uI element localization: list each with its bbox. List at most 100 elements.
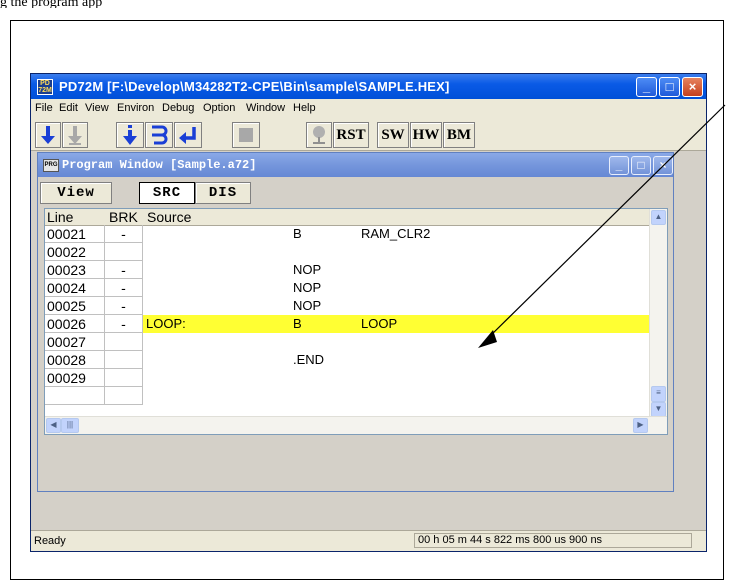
menu-window[interactable]: Window [246,102,285,114]
return-button[interactable] [145,122,173,148]
window-title: PD72M [F:\Develop\M34282T2-CPE\Bin\sampl… [59,79,450,94]
rst-button[interactable]: RST [333,122,369,148]
hscroll-thumb[interactable]: ||| [61,418,79,433]
source-opcode: B [293,316,302,331]
table-row[interactable] [45,387,651,405]
grid-header: Line BRK Source [45,209,651,226]
table-row[interactable]: 00028 .END [45,351,651,369]
breakpoint-cell[interactable]: - [105,297,143,315]
source-cell: .END [143,351,651,369]
table-row[interactable]: 00024- NOP [45,279,651,297]
status-bar: Ready 00 h 05 m 44 s 822 ms 800 us 900 n… [31,530,706,551]
sw-button[interactable]: SW [377,122,409,148]
scroll-down-icon[interactable]: ▼ [651,402,666,417]
toolbar: RST SW HW BM [31,118,706,151]
menu-help[interactable]: Help [293,102,316,114]
horizontal-scrollbar[interactable]: ◀ ||| ▶ [45,416,667,434]
scroll-right-icon[interactable]: ▶ [633,418,648,433]
app-icon: PD 72M [37,79,53,95]
menu-view[interactable]: View [85,102,109,114]
step-into-button[interactable] [35,122,61,148]
down-arrow-icon [41,126,55,144]
source-cell [143,369,651,387]
step-over-button[interactable] [62,122,88,148]
go-button[interactable] [174,122,202,148]
line-number-cell: 00022 [45,243,105,261]
line-number-cell: 00026 [45,315,105,333]
source-opcode: NOP [293,262,322,277]
main-titlebar[interactable]: PD 72M PD72M [F:\Develop\M34282T2-CPE\Bi… [31,74,706,99]
breakpoint-cell[interactable] [105,351,143,369]
header-brk[interactable]: BRK [109,209,138,225]
source-cell: NOP [143,297,651,315]
scroll-thumb[interactable]: ≡ [651,386,666,402]
table-row[interactable]: 00022 [45,243,651,261]
breakpoint-cell[interactable]: - [105,315,143,333]
source-cell [143,243,651,261]
table-row[interactable]: 00021- B RAM_CLR2 [45,225,651,243]
main-window: PD 72M PD72M [F:\Develop\M34282T2-CPE\Bi… [30,73,707,552]
stop-button[interactable] [232,122,260,148]
source-opcode: NOP [293,298,322,313]
program-minimize-button[interactable]: _ [609,156,629,175]
line-number-cell: 00028 [45,351,105,369]
header-line[interactable]: Line [47,209,73,225]
menu-file[interactable]: File [35,102,53,114]
table-row[interactable]: 00025- NOP [45,297,651,315]
program-maximize-button[interactable]: □ [631,156,651,175]
source-opcode: NOP [293,280,322,295]
status-elapsed-time: 00 h 05 m 44 s 822 ms 800 us 900 ns [414,533,692,548]
breakpoint-cell[interactable] [105,243,143,261]
tab-src[interactable]: SRC [139,182,195,204]
hw-button[interactable]: HW [410,122,442,148]
header-source[interactable]: Source [147,209,191,225]
line-number-cell: 00025 [45,297,105,315]
scroll-up-icon[interactable]: ▲ [651,210,666,225]
return-icon [152,125,168,145]
bm-button[interactable]: BM [443,122,475,148]
tab-dis[interactable]: DIS [195,182,251,204]
enter-arrow-icon [179,127,196,144]
menu-edit[interactable]: Edit [59,102,78,114]
menu-option[interactable]: Option [203,102,235,114]
source-cell: LOOP: B LOOP [143,315,651,333]
breakpoint-cell[interactable] [105,333,143,351]
grid-body: 00021- B RAM_CLR2 00022 00023- NOP 00024- NOP 00… [45,225,651,405]
source-opcode: B [293,226,302,241]
close-button[interactable]: × [682,77,703,97]
breakpoint-cell[interactable] [105,369,143,387]
program-tabs: View SRC DIS [38,177,673,206]
down-arrow-disabled-icon [68,126,82,145]
source-cell [143,333,651,351]
line-number-cell: 00024 [45,279,105,297]
breakpoint-cell[interactable]: - [105,225,143,243]
line-number-cell: 00029 [45,369,105,387]
line-number-cell: 00023 [45,261,105,279]
menu-debug[interactable]: Debug [162,102,194,114]
line-number-cell: 00021 [45,225,105,243]
vertical-scrollbar[interactable]: ▲ ≡ ▼ [649,209,667,418]
line-number-cell: 00027 [45,333,105,351]
minimize-button[interactable]: _ [636,77,657,97]
table-row[interactable]: 00027 [45,333,651,351]
menu-environ[interactable]: Environ [117,102,154,114]
table-row[interactable]: 00026- LOOP: B LOOP [45,315,651,333]
breakpoint-cell[interactable]: - [105,261,143,279]
table-row[interactable]: 00029 [45,369,651,387]
table-row[interactable]: 00023- NOP [45,261,651,279]
program-window: PRG Program Window [Sample.a72] _ □ × Vi… [37,152,674,492]
program-window-title: Program Window [Sample.a72] [62,158,257,172]
source-cell [143,387,651,405]
line-number-cell [45,387,105,405]
breakpoint-button[interactable] [306,122,332,148]
step-button[interactable] [116,122,144,148]
program-window-titlebar[interactable]: PRG Program Window [Sample.a72] _ □ × [38,153,673,177]
breakpoint-cell[interactable]: - [105,279,143,297]
maximize-button[interactable]: □ [659,77,680,97]
source-grid[interactable]: Line BRK Source 00021- B RAM_CLR2 00022 0002… [44,208,668,435]
view-button[interactable]: View [40,182,112,204]
source-cell: NOP [143,279,651,297]
breakpoint-cell[interactable] [105,387,143,405]
program-close-button[interactable]: × [653,156,673,175]
scroll-left-icon[interactable]: ◀ [46,418,61,433]
